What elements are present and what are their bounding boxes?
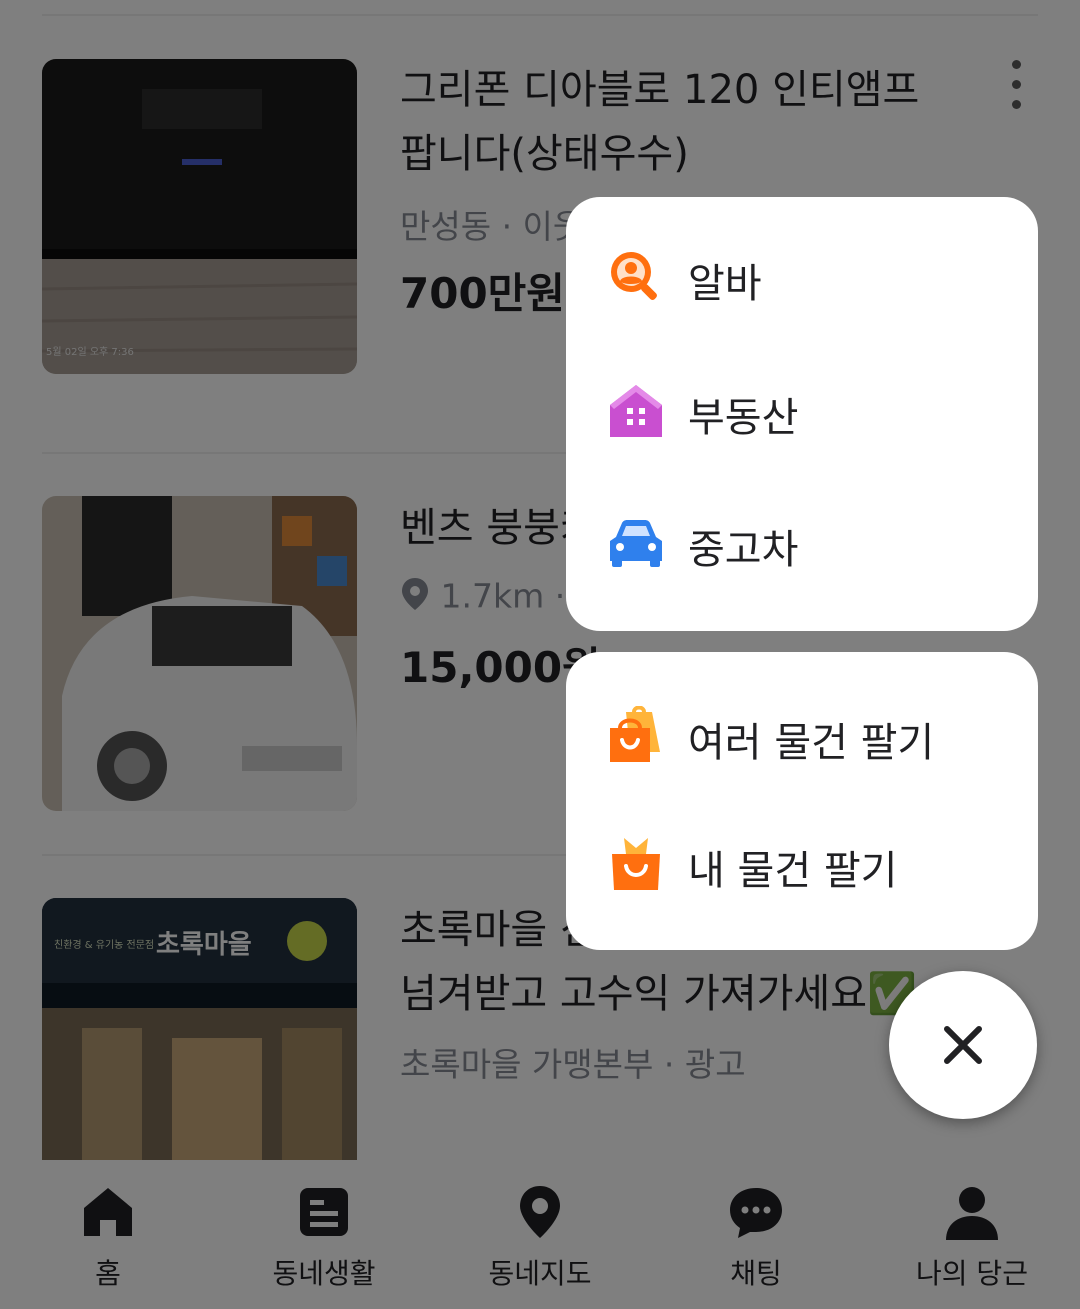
close-icon (944, 1026, 982, 1064)
close-fab-button[interactable] (889, 971, 1037, 1119)
bag-icon (606, 834, 666, 894)
car-icon (606, 513, 666, 573)
multi-bag-icon (606, 705, 666, 766)
menu-item-job[interactable]: 알바 (566, 217, 1038, 337)
menu-item-label: 부동산 (688, 395, 799, 441)
menu-item-realestate[interactable]: 부동산 (566, 351, 1038, 471)
menu-item-sell-multiple[interactable]: 여러 물건 팔기 (566, 676, 1038, 796)
menu-item-sell-mine[interactable]: 내 물건 팔기 (566, 804, 1038, 924)
menu-item-label: 중고차 (688, 527, 799, 573)
menu-item-usedcar[interactable]: 중고차 (566, 483, 1038, 603)
menu-item-label: 여러 물건 팔기 (688, 720, 935, 766)
write-menu-sell: 여러 물건 팔기 내 물건 팔기 (566, 652, 1038, 950)
write-menu-categories: 알바 부동산 중고차 (566, 197, 1038, 631)
house-icon (606, 381, 666, 441)
menu-item-label: 알바 (688, 261, 762, 307)
menu-item-label: 내 물건 팔기 (688, 848, 898, 894)
job-search-icon (606, 247, 666, 307)
